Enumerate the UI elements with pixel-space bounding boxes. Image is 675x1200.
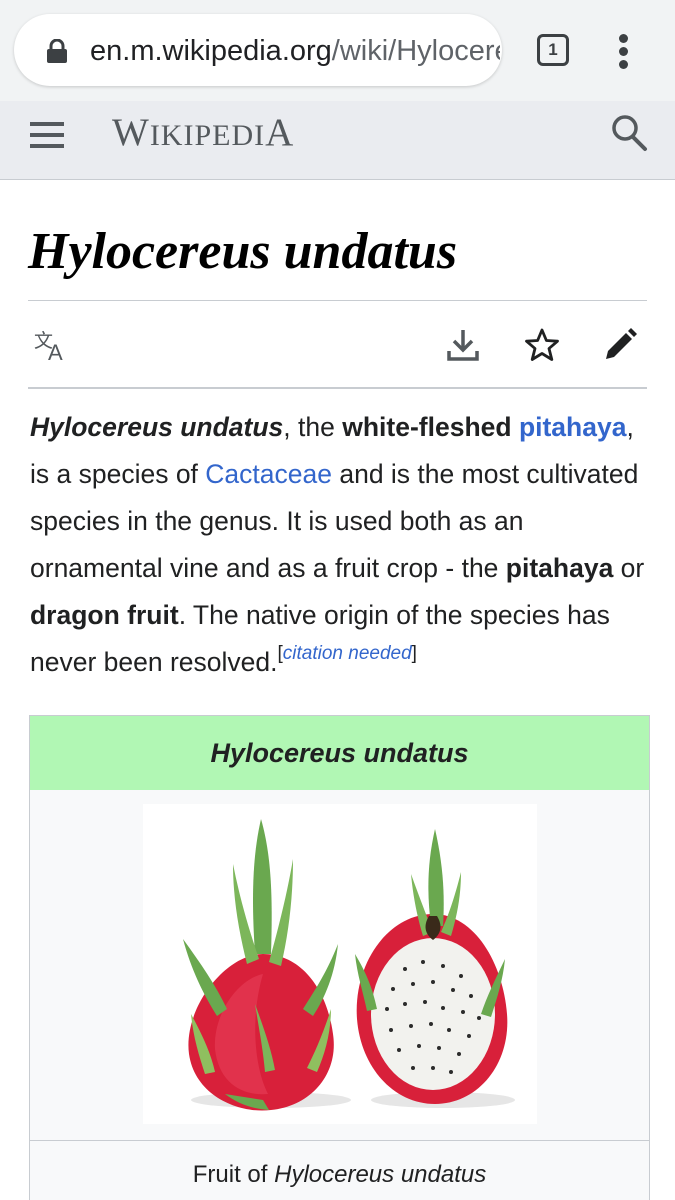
lead-bold-dragon-fruit: dragon fruit: [30, 600, 179, 630]
more-vert-icon[interactable]: [614, 34, 634, 69]
wikipedia-header: WIKIPEDIA: [0, 101, 675, 180]
cite-text[interactable]: citation needed: [283, 643, 412, 664]
url-host: en.m.wikipedia.org: [90, 35, 332, 67]
lead-text-5: or: [613, 553, 645, 583]
svg-text:A: A: [48, 340, 63, 363]
dragon-fruit-illustration: [183, 819, 515, 1111]
wordmark-a: A: [265, 111, 295, 154]
link-pitahaya[interactable]: pitahaya: [519, 412, 627, 442]
infobox-divider: [30, 1140, 649, 1141]
lead-text-2: [512, 412, 519, 442]
cite-close: ]: [411, 643, 417, 664]
page-actions: 文 A: [28, 301, 647, 389]
url-path: /wiki/Hylocereus_undatus: [331, 35, 500, 67]
lead-bold-pitahaya: pitahaya: [505, 553, 614, 583]
wordmark-w: W: [112, 111, 150, 154]
menu-icon[interactable]: [30, 119, 64, 149]
infobox-heading: Hylocereus undatus: [30, 716, 649, 790]
search-icon[interactable]: [610, 113, 648, 153]
image-caption: Fruit of Hylocereus undatus: [30, 1160, 649, 1190]
fruit-image[interactable]: [143, 804, 537, 1124]
url-text[interactable]: en.m.wikipedia.org/wiki/Hylocereus_undat…: [90, 34, 500, 68]
infobox: Hylocereus undatus Fruit of Hylocereus u…: [29, 715, 650, 1200]
page-title: Hylocereus undatus: [28, 223, 458, 280]
citation-needed[interactable]: [citation needed]: [278, 643, 417, 664]
lock-icon: [47, 39, 67, 63]
lead-bold-white-fleshed: white-fleshed: [342, 412, 512, 442]
link-cactaceae[interactable]: Cactaceae: [205, 459, 332, 489]
caption-species: Hylocereus undatus: [274, 1161, 487, 1188]
language-icon[interactable]: 文 A: [34, 327, 70, 363]
wordmark-ikipedi: IKIPEDI: [149, 119, 266, 152]
whole-fruit: [183, 819, 351, 1111]
download-icon[interactable]: [445, 327, 481, 363]
edit-icon[interactable]: [602, 327, 638, 363]
browser-toolbar: en.m.wikipedia.org/wiki/Hylocereus_undat…: [0, 0, 675, 101]
halved-fruit: [355, 829, 515, 1108]
address-bar[interactable]: en.m.wikipedia.org/wiki/Hylocereus_undat…: [14, 14, 502, 86]
lead-subject: Hylocereus undatus: [30, 412, 284, 442]
lead-paragraph: Hylocereus undatus, the white-fleshed pi…: [30, 404, 648, 686]
caption-prefix: Fruit of: [192, 1161, 275, 1188]
star-icon[interactable]: [524, 327, 560, 363]
lead-text-1: , the: [283, 412, 343, 442]
wikipedia-wordmark[interactable]: WIKIPEDIA: [112, 111, 294, 158]
tabs-icon[interactable]: 1: [537, 34, 569, 66]
